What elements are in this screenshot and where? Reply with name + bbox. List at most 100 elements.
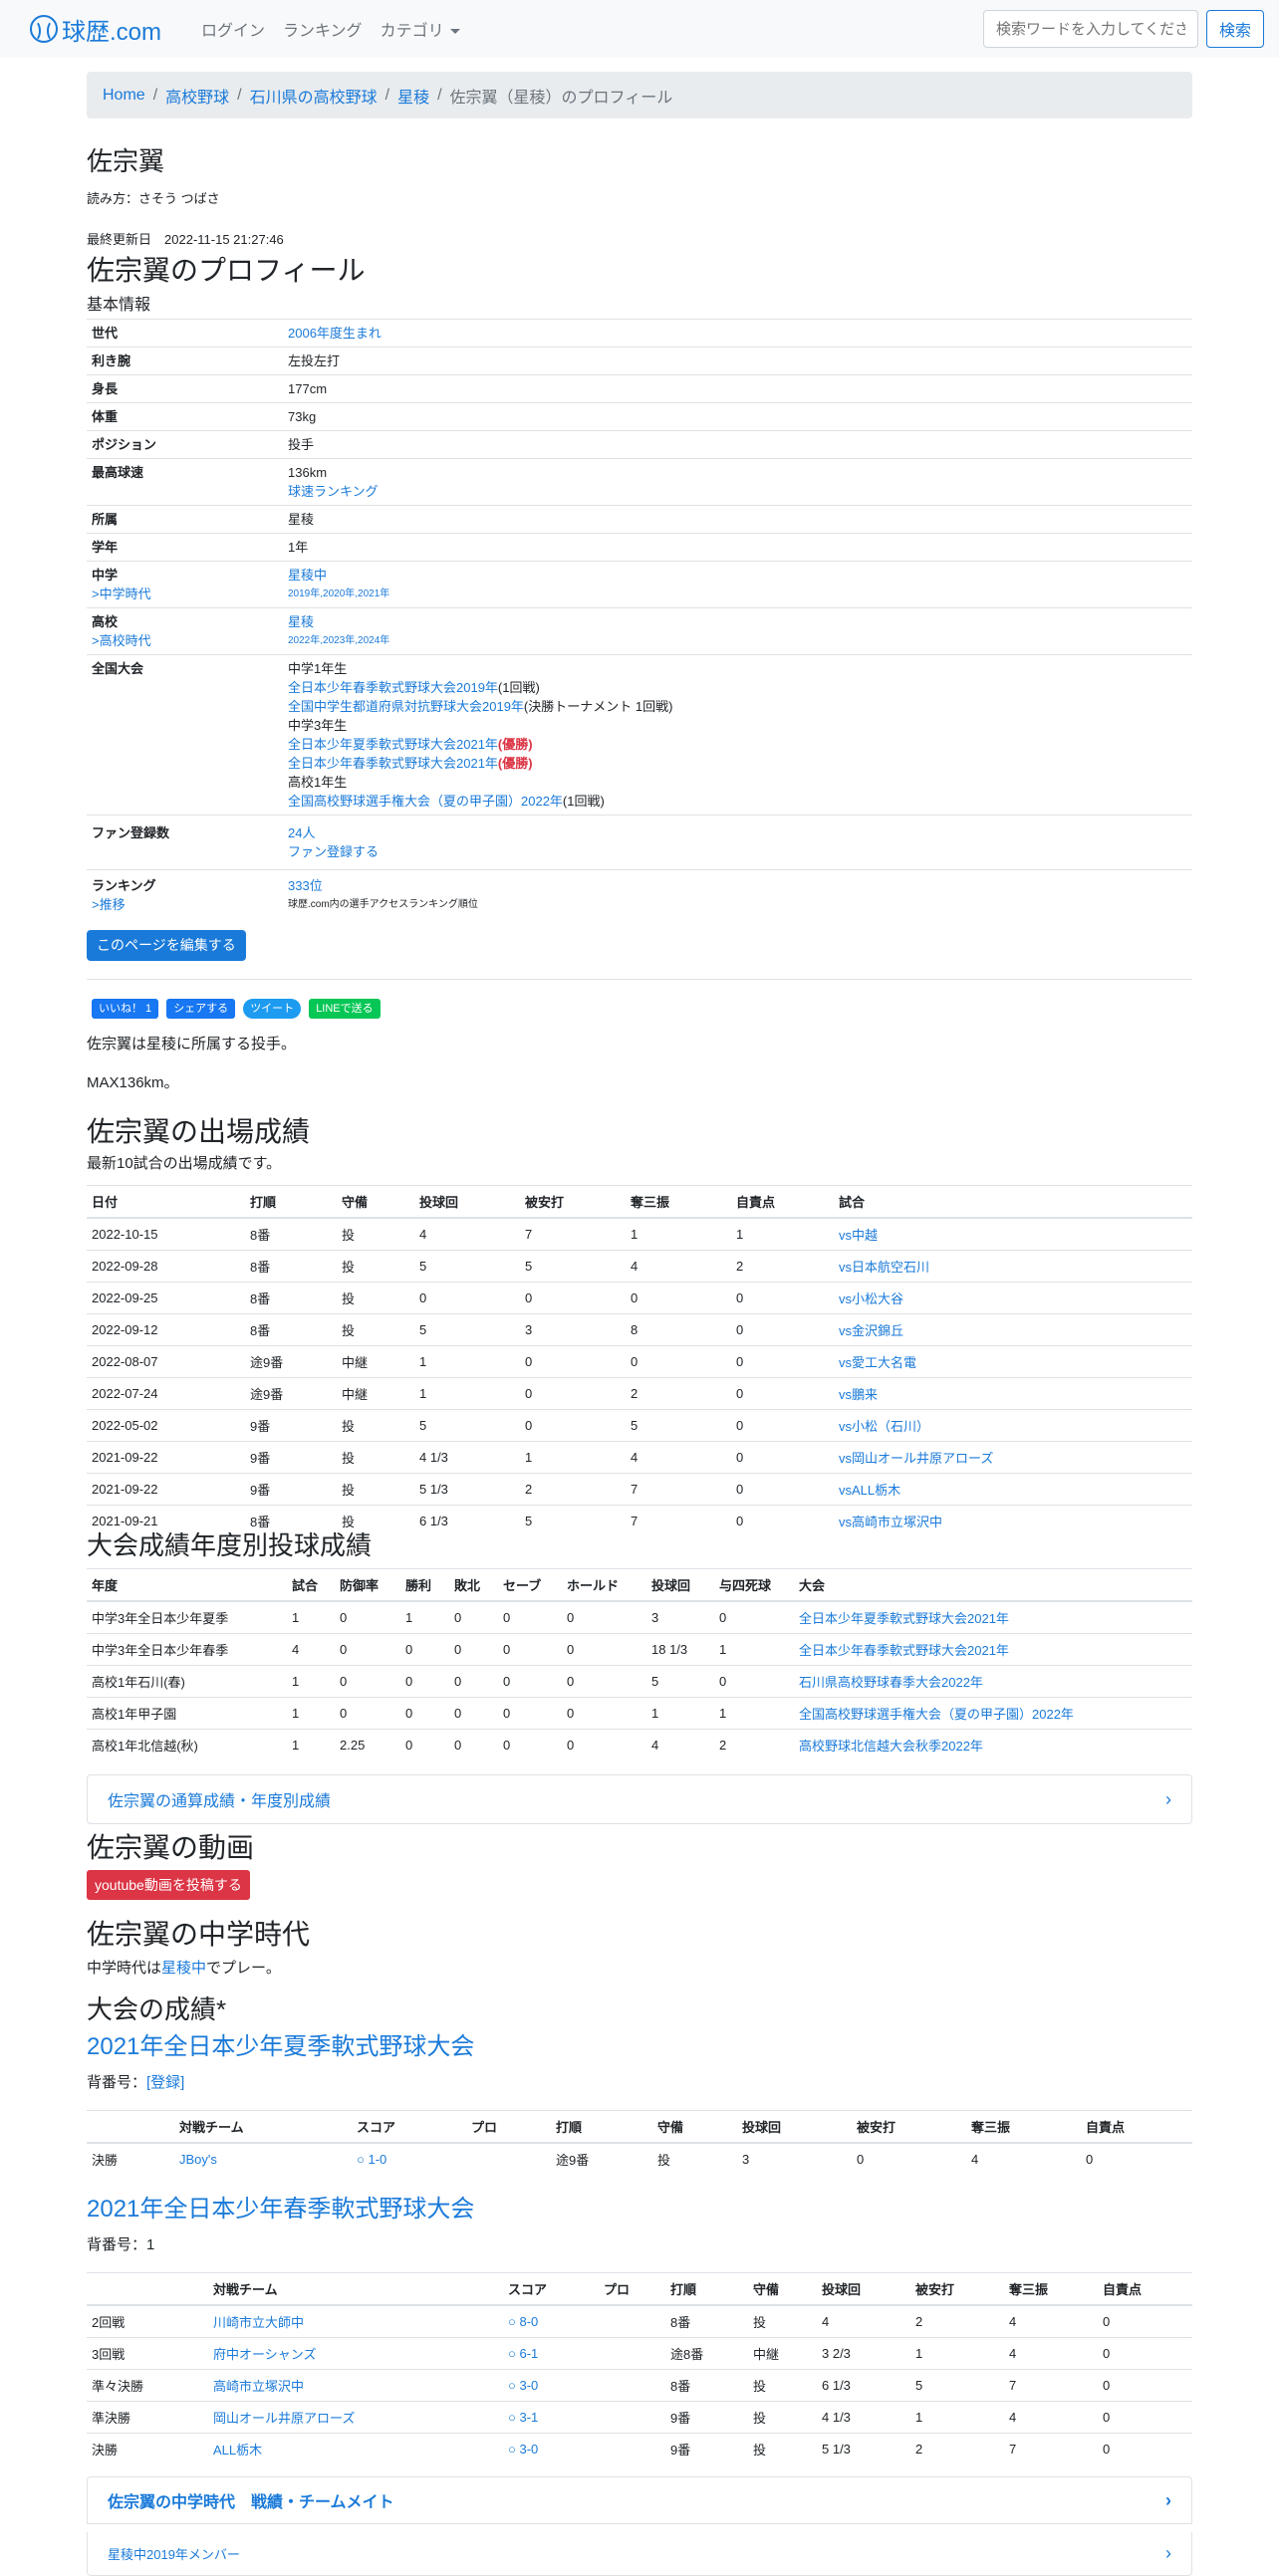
tweet-button[interactable]: ツイート <box>243 999 302 1019</box>
game-row-link[interactable]: vsALL栃木 <box>839 1483 900 1498</box>
hs-link[interactable]: 星稜 <box>288 614 314 629</box>
summer-row-link[interactable]: ○ 1-0 <box>357 2152 386 2167</box>
spring-row-cell: ○ 3-0 <box>503 2433 599 2464</box>
jhs-record-card[interactable]: 佐宗翼の中学時代 戦績・チームメイト › <box>87 2476 1192 2524</box>
hs-years[interactable]: 2022年,2023年,2024年 <box>288 631 1187 650</box>
facebook-like-button[interactable]: いいね！ 1 <box>92 999 159 1019</box>
spring-row-link[interactable]: ○ 3-0 <box>508 2378 538 2393</box>
social-buttons: いいね！ 1 シェアする ツイート LINEで送る <box>87 999 1192 1019</box>
game-row-link[interactable]: vs愛工大名電 <box>839 1355 916 1370</box>
breadcrumb-ishikawa[interactable]: 石川県の高校野球 <box>250 84 378 108</box>
jhs-years[interactable]: 2019年,2020年,2021年 <box>288 585 1187 603</box>
nav-ranking[interactable]: ランキング <box>283 17 363 41</box>
spring-row-link[interactable]: 岡山オール井原アローズ <box>213 2411 355 2426</box>
spring-row-cell: 4 <box>1004 2401 1098 2434</box>
speed-ranking-link[interactable]: 球速ランキング <box>288 484 379 499</box>
game-row-link[interactable]: vs岡山オール井原アローズ <box>839 1451 993 1466</box>
game-row-link[interactable]: vs中越 <box>839 1228 878 1243</box>
fan-count[interactable]: 24人 <box>288 825 315 840</box>
spring-row-link[interactable]: ○ 8-0 <box>508 2314 538 2329</box>
chevron-down-icon <box>449 29 460 35</box>
yearly-row-cell: 0 <box>449 1697 498 1730</box>
national-tournament-link[interactable]: 全日本少年春季軟式野球大会2021年 <box>288 756 498 771</box>
generation-link[interactable]: 2006年度生まれ <box>288 326 382 341</box>
spring-row-link[interactable]: ○ 3-0 <box>508 2442 538 2457</box>
spring-row: 決勝 ALL栃木 ○ 3-0 9番投 5 1/3 2 7 0 <box>87 2433 1192 2464</box>
game-row-cell: 投 <box>337 1217 414 1251</box>
national-tournament-link[interactable]: 全国中学生都道府県対抗野球大会2019年 <box>288 699 524 714</box>
spring-row-link[interactable]: 府中オーシャンズ <box>213 2347 316 2362</box>
profile-row: 所属 星稜 <box>87 505 1192 534</box>
tournament-summer-title[interactable]: 2021年全日本少年夏季軟式野球大会 <box>87 2026 1192 2061</box>
brand-logo[interactable]: 球歴.com <box>30 12 161 47</box>
spring-row-link[interactable]: ○ 3-1 <box>508 2410 538 2425</box>
post-youtube-button[interactable]: youtube動画を投稿する <box>87 1870 250 1900</box>
hs-label: 高校 <box>92 614 119 629</box>
search-input[interactable] <box>982 10 1198 48</box>
yearly-row-link[interactable]: 石川県高校野球春季大会2022年 <box>799 1675 983 1690</box>
spring-row-cell: 5 1/3 <box>817 2433 910 2464</box>
yearly-row-cell: 0 <box>562 1633 646 1666</box>
national-entry: 全日本少年夏季軟式野球大会2021年(優勝) <box>288 735 1187 754</box>
game-row-cell: 8番 <box>245 1250 337 1283</box>
rank-history-link[interactable]: >推移 <box>92 897 126 912</box>
breadcrumb: Home / 高校野球 / 石川県の高校野球 / 星稜 / 佐宗翼（星稜）のプロフィール <box>87 72 1192 118</box>
nav-category[interactable]: カテゴリ <box>381 17 460 41</box>
summer-row-link[interactable]: JBoy's <box>179 2152 217 2167</box>
jhs-team-link[interactable]: 星稜中 <box>161 1960 206 1977</box>
national-tournament-link[interactable]: 全日本少年夏季軟式野球大会2021年 <box>288 737 498 752</box>
national-tournament-link[interactable]: 全日本少年春季軟式野球大会2019年 <box>288 680 498 695</box>
breadcrumb-seiryo[interactable]: 星稜 <box>397 84 429 108</box>
yearly-row-cell: 0 <box>400 1633 449 1666</box>
yearly-row-link[interactable]: 高校野球北信越大会秋季2022年 <box>799 1739 983 1754</box>
col-order: 打順 <box>665 2272 748 2306</box>
yearly-row-cell: 4 <box>646 1729 714 1760</box>
summer-row-cell: 0 <box>1081 2142 1192 2175</box>
game-row-cell: vs中越 <box>834 1217 1192 1251</box>
nav-login[interactable]: ログイン <box>201 17 265 41</box>
jhs-link[interactable]: 星稜中 <box>288 568 327 583</box>
height-value: 177cm <box>283 374 1192 403</box>
game-row-cell: 0 <box>520 1377 626 1410</box>
yearly-row-link[interactable]: 全日本少年春季軟式野球大会2021年 <box>799 1643 1009 1658</box>
spring-row-cell: 0 <box>1098 2401 1192 2434</box>
spring-row-link[interactable]: 川崎市立大師中 <box>213 2315 304 2330</box>
game-row-link[interactable]: vs鵬来 <box>839 1387 878 1402</box>
breadcrumb-home[interactable]: Home <box>103 87 145 105</box>
facebook-share-button[interactable]: シェアする <box>166 999 236 1019</box>
game-row-cell: 1 <box>731 1217 834 1251</box>
game-row-link[interactable]: vs日本航空石川 <box>839 1260 929 1275</box>
jhs-era-link[interactable]: >中学時代 <box>92 586 151 601</box>
rank-value[interactable]: 333位 <box>288 878 323 893</box>
game-row-link[interactable]: vs金沢錦丘 <box>839 1323 903 1338</box>
spring-row-link[interactable]: ○ 6-1 <box>508 2346 538 2361</box>
spring-row-cell: 投 <box>748 2304 817 2338</box>
game-row-link[interactable]: vs小松（石川） <box>839 1419 929 1434</box>
register-number-link[interactable]: [登録] <box>146 2074 184 2091</box>
breadcrumb-highschool[interactable]: 高校野球 <box>165 84 229 108</box>
spring-row: 3回戦 府中オーシャンズ ○ 6-1 途8番 中継 3 2/3 1 4 0 <box>87 2337 1192 2370</box>
tournament-spring-title[interactable]: 2021年全日本少年春季軟式野球大会 <box>87 2189 1192 2224</box>
line-share-button[interactable]: LINEで送る <box>309 999 381 1019</box>
fan-register-link[interactable]: ファン登録する <box>288 844 379 859</box>
spring-row-cell: 8番 <box>665 2304 748 2338</box>
national-entry: 全国高校野球選手権大会（夏の甲子園）2022年(1回戦) <box>288 792 1187 811</box>
yearly-row-link[interactable]: 全国高校野球選手権大会（夏の甲子園）2022年 <box>799 1707 1074 1722</box>
career-stats-card[interactable]: 佐宗翼の通算成績・年度別成績 › <box>87 1774 1192 1824</box>
profile-row: 体重 73kg <box>87 402 1192 431</box>
spring-row-link[interactable]: ALL栃木 <box>213 2443 262 2458</box>
yearly-header-row: 年度 試合 防御率 勝利 敗北 セーブ ホールド 投球回 与四死球 大会 <box>87 1568 1192 1602</box>
breadcrumb-separator: / <box>237 86 242 104</box>
edit-page-button[interactable]: このページを編集する <box>87 930 246 961</box>
game-row-link[interactable]: vs小松大谷 <box>839 1291 903 1306</box>
national-tournament-link[interactable]: 全国高校野球選手権大会（夏の甲子園）2022年 <box>288 794 563 809</box>
spring-row-link[interactable]: 高崎市立塚沢中 <box>213 2379 304 2394</box>
summer-row-cell: 4 <box>966 2142 1081 2175</box>
search-button[interactable]: 検索 <box>1205 10 1264 48</box>
yearly-row-cell: 3 <box>646 1600 714 1634</box>
game-row-cell: 0 <box>626 1282 731 1314</box>
jhs-member-card[interactable]: 星稜中2019年メンバー › <box>87 2532 1192 2576</box>
yearly-row-link[interactable]: 全日本少年夏季軟式野球大会2021年 <box>799 1611 1009 1626</box>
hs-era-link[interactable]: >高校時代 <box>92 633 151 648</box>
spring-row-cell: ○ 6-1 <box>503 2337 599 2370</box>
